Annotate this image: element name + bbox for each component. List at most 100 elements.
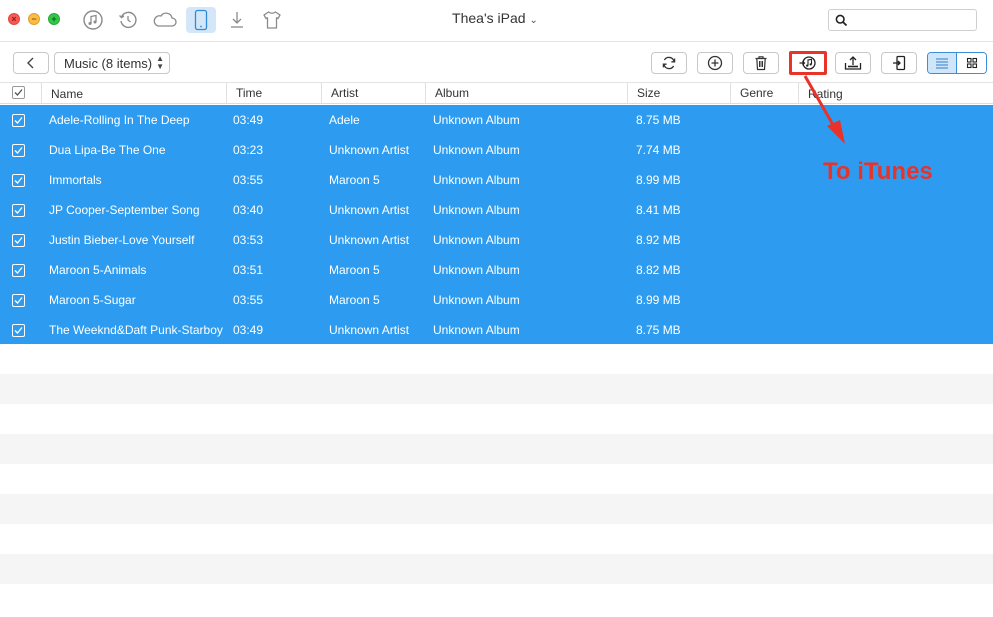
icloud-button[interactable]: [150, 7, 180, 33]
song-artist: Maroon 5: [329, 293, 380, 307]
song-artist: Maroon 5: [329, 173, 380, 187]
song-name: The Weeknd&Daft Punk-Starboy: [49, 323, 223, 337]
grid-view-button[interactable]: [957, 53, 986, 73]
song-name: Justin Bieber-Love Yourself: [49, 233, 195, 247]
toolkit-button[interactable]: [257, 7, 287, 33]
column-header-genre[interactable]: Genre: [730, 83, 798, 104]
checkmark-icon: [14, 117, 23, 124]
song-album: Unknown Album: [433, 143, 520, 157]
history-button[interactable]: [113, 7, 143, 33]
trash-icon: [755, 56, 767, 71]
row-checkbox[interactable]: [12, 144, 25, 157]
table-row[interactable]: Justin Bieber-Love Yourself 03:53 Unknow…: [0, 225, 993, 255]
song-size: 8.41 MB: [636, 203, 681, 217]
add-button[interactable]: [697, 52, 733, 74]
refresh-button[interactable]: [651, 52, 687, 74]
song-artist: Unknown Artist: [329, 143, 410, 157]
column-header-name[interactable]: Name: [41, 83, 226, 104]
column-header-size[interactable]: Size: [627, 83, 730, 104]
select-all-checkbox[interactable]: [12, 86, 25, 99]
empty-row: [0, 524, 993, 554]
export-tray-icon: [844, 56, 862, 70]
table-row[interactable]: Maroon 5-Sugar 03:55 Maroon 5 Unknown Al…: [0, 285, 993, 315]
column-header-album[interactable]: Album: [425, 83, 627, 104]
song-time: 03:23: [233, 143, 264, 157]
table-row[interactable]: The Weeknd&Daft Punk-Starboy 03:49 Unkno…: [0, 315, 993, 345]
delete-button[interactable]: [743, 52, 779, 74]
empty-row: [0, 554, 993, 584]
list-view-button[interactable]: [928, 53, 958, 73]
chevron-down-icon: ⌄: [529, 15, 538, 26]
song-album: Unknown Album: [433, 263, 520, 277]
device-selector[interactable]: Thea's iPad ⌄: [420, 10, 570, 26]
column-header-artist[interactable]: Artist: [321, 83, 425, 104]
title-bar: × − + Thea's iPad ⌄: [0, 0, 993, 42]
import-to-device-button[interactable]: [881, 52, 917, 74]
row-checkbox[interactable]: [12, 264, 25, 277]
row-checkbox[interactable]: [12, 234, 25, 247]
row-checkbox[interactable]: [12, 174, 25, 187]
song-time: 03:53: [233, 233, 264, 247]
song-time: 03:49: [233, 113, 264, 127]
category-select[interactable]: Music (8 items) ▲ ▼: [54, 52, 170, 74]
song-genre: [739, 225, 797, 255]
checkmark-icon: [14, 237, 23, 244]
table-row[interactable]: JP Cooper-September Song 03:40 Unknown A…: [0, 195, 993, 225]
view-mode-toggle: [927, 52, 987, 74]
song-album: Unknown Album: [433, 203, 520, 217]
chevron-left-icon: [27, 57, 34, 69]
song-size: 8.99 MB: [636, 293, 681, 307]
song-artist: Unknown Artist: [329, 203, 410, 217]
song-time: 03:49: [233, 323, 264, 337]
empty-row: [0, 404, 993, 434]
window-close-button[interactable]: ×: [8, 13, 20, 25]
row-checkbox[interactable]: [12, 114, 25, 127]
song-album: Unknown Album: [433, 293, 520, 307]
song-name: Immortals: [49, 173, 102, 187]
window-maximize-button[interactable]: +: [48, 13, 60, 25]
back-button[interactable]: [13, 52, 49, 74]
history-icon: [119, 11, 137, 29]
send-to-itunes-icon: [799, 56, 816, 70]
song-genre: [739, 195, 797, 225]
empty-row: [0, 464, 993, 494]
song-size: 8.82 MB: [636, 263, 681, 277]
search-box[interactable]: [828, 9, 977, 31]
device-button[interactable]: [186, 7, 216, 33]
song-size: 8.92 MB: [636, 233, 681, 247]
song-album: Unknown Album: [433, 173, 520, 187]
row-checkbox[interactable]: [12, 294, 25, 307]
device-name: Thea's iPad: [452, 10, 526, 26]
search-input[interactable]: [851, 12, 971, 28]
plus-circle-icon: [707, 55, 723, 71]
song-artist: Unknown Artist: [329, 323, 410, 337]
song-size: 8.75 MB: [636, 113, 681, 127]
song-size: 7.74 MB: [636, 143, 681, 157]
empty-row: [0, 374, 993, 404]
song-size: 8.99 MB: [636, 173, 681, 187]
ipad-icon: [194, 9, 208, 31]
table-row[interactable]: Maroon 5-Animals 03:51 Maroon 5 Unknown …: [0, 255, 993, 285]
song-artist: Maroon 5: [329, 263, 380, 277]
song-name: JP Cooper-September Song: [49, 203, 200, 217]
maximize-icon: +: [51, 14, 57, 24]
annotation-arrow: [803, 75, 845, 144]
checkmark-icon: [14, 177, 23, 184]
tshirt-icon: [263, 11, 281, 29]
music-library-button[interactable]: [78, 7, 108, 33]
song-album: Unknown Album: [433, 323, 520, 337]
song-artist: Unknown Artist: [329, 233, 410, 247]
close-icon: ×: [11, 14, 17, 24]
window-minimize-button[interactable]: −: [28, 13, 40, 25]
downloader-button[interactable]: [222, 7, 252, 33]
song-genre: [739, 165, 797, 195]
song-genre: [739, 315, 797, 345]
checkmark-icon: [14, 207, 23, 214]
row-checkbox[interactable]: [12, 324, 25, 337]
refresh-icon: [662, 56, 676, 70]
song-name: Adele-Rolling In The Deep: [49, 113, 190, 127]
music-note-icon: [83, 10, 103, 30]
column-header-time[interactable]: Time: [226, 83, 321, 104]
row-checkbox[interactable]: [12, 204, 25, 217]
checkmark-icon: [14, 267, 23, 274]
